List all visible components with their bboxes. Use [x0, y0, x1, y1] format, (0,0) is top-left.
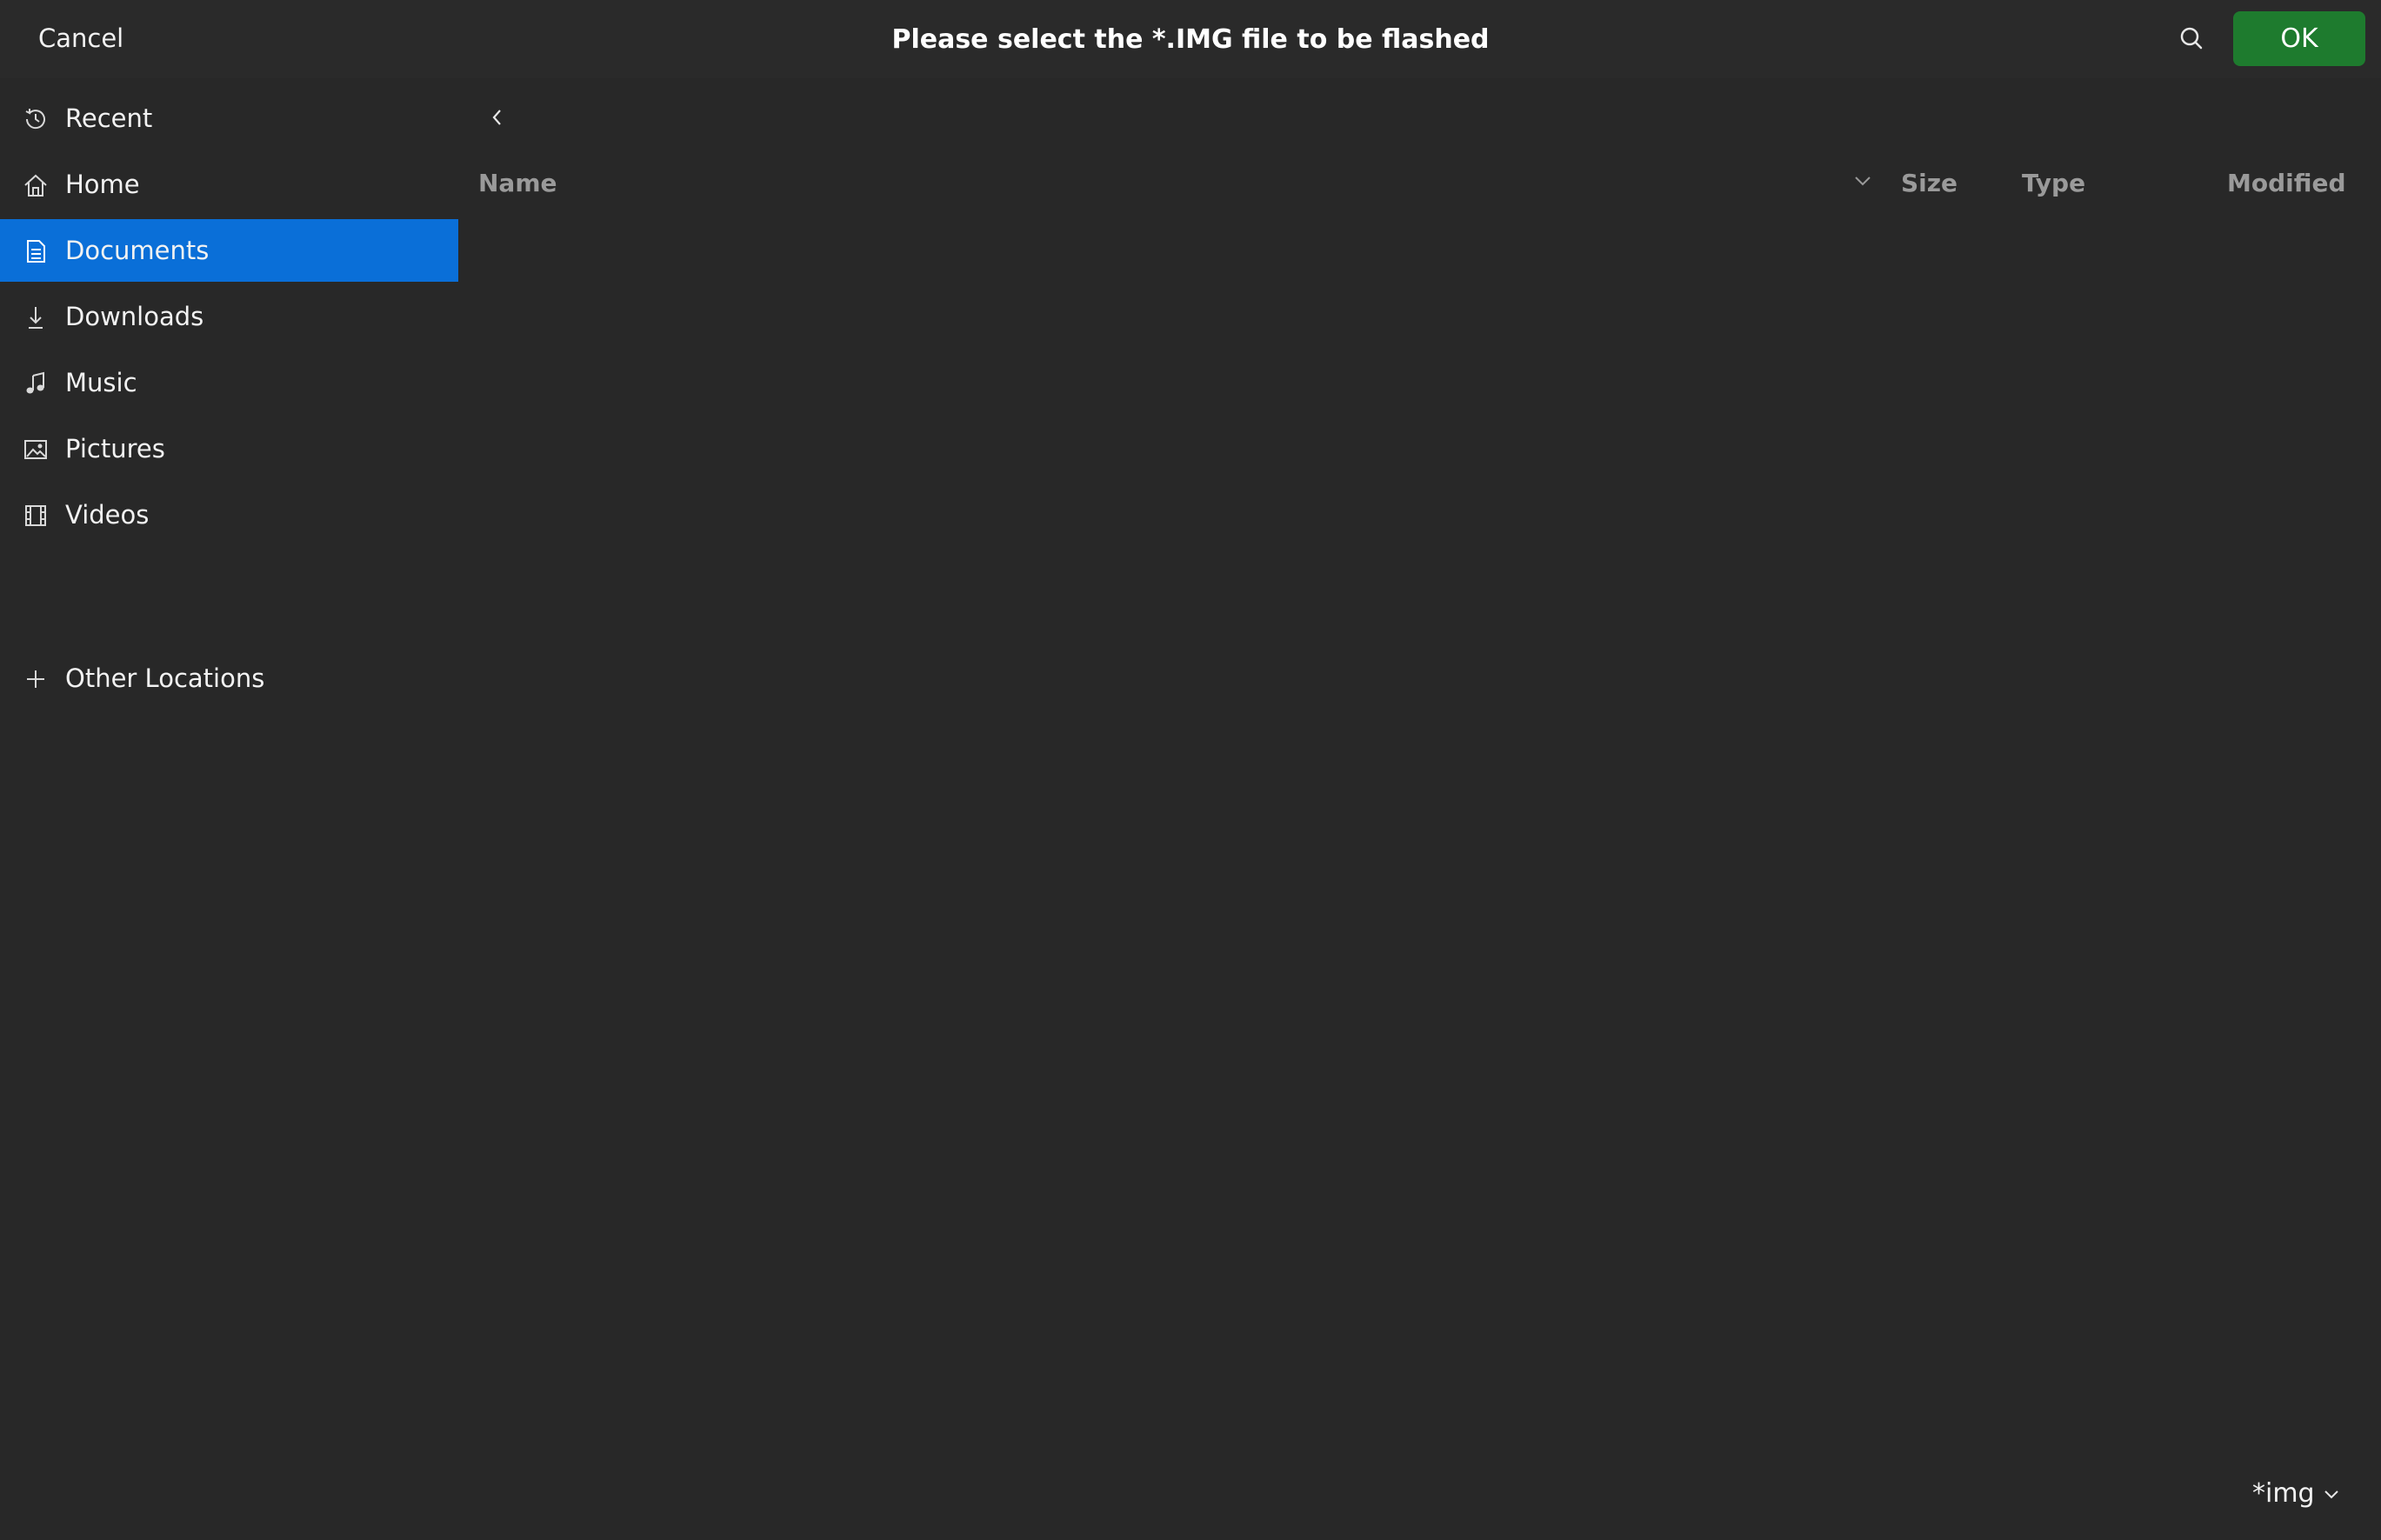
search-button[interactable] — [2165, 12, 2218, 64]
chevron-left-icon — [487, 107, 508, 128]
music-icon — [23, 370, 49, 397]
file-list-pane: Name Size Type Modified — [458, 78, 2381, 1540]
sidebar-item-label: Videos — [65, 500, 150, 530]
sidebar-item-videos[interactable]: Videos — [0, 483, 458, 546]
dialog-title: Please select the *.IMG file to be flash… — [891, 23, 1490, 55]
sidebar-item-label: Documents — [65, 236, 210, 265]
sidebar-item-label: Downloads — [65, 302, 204, 331]
clock-icon — [23, 106, 49, 132]
column-header-modified[interactable]: Modified — [2227, 161, 2346, 204]
sidebar-item-recent[interactable]: Recent — [0, 87, 458, 150]
plus-icon — [23, 666, 49, 692]
column-header-size[interactable]: Size — [1901, 161, 1957, 204]
video-icon — [23, 503, 49, 529]
file-list — [458, 209, 2381, 1513]
sidebar-item-label: Home — [65, 170, 140, 199]
sidebar-item-home[interactable]: Home — [0, 153, 458, 216]
sort-descending-icon[interactable] — [1850, 168, 1876, 194]
sidebar-item-other-locations[interactable]: Other Locations — [0, 647, 458, 710]
file-chooser-dialog: Cancel Please select the *.IMG file to b… — [0, 0, 2381, 1540]
places-sidebar: Recent Home Documents Downloads Music Pi… — [0, 87, 458, 1540]
chevron-down-icon — [2315, 1484, 2341, 1503]
sidebar-item-label: Other Locations — [65, 663, 265, 693]
document-icon — [23, 238, 49, 264]
sidebar-item-label: Pictures — [65, 434, 165, 463]
cancel-button[interactable]: Cancel — [17, 12, 144, 64]
sidebar-item-documents[interactable]: Documents — [0, 219, 458, 282]
filter-label: *img — [2252, 1478, 2315, 1509]
download-icon — [23, 304, 49, 330]
header-bar: Cancel Please select the *.IMG file to b… — [0, 0, 2381, 78]
sidebar-item-label: Music — [65, 368, 137, 397]
sidebar-item-music[interactable]: Music — [0, 351, 458, 414]
column-header-type[interactable]: Type — [2022, 161, 2085, 204]
column-header-name[interactable]: Name — [478, 161, 557, 204]
sidebar-item-downloads[interactable]: Downloads — [0, 285, 458, 348]
sidebar-item-pictures[interactable]: Pictures — [0, 417, 458, 480]
back-button[interactable] — [476, 96, 519, 139]
file-type-filter[interactable]: *img — [2252, 1478, 2341, 1509]
picture-icon — [23, 437, 49, 463]
search-icon — [2178, 25, 2204, 51]
ok-button[interactable]: OK — [2233, 11, 2365, 66]
sidebar-item-label: Recent — [65, 103, 153, 133]
home-icon — [23, 172, 49, 198]
